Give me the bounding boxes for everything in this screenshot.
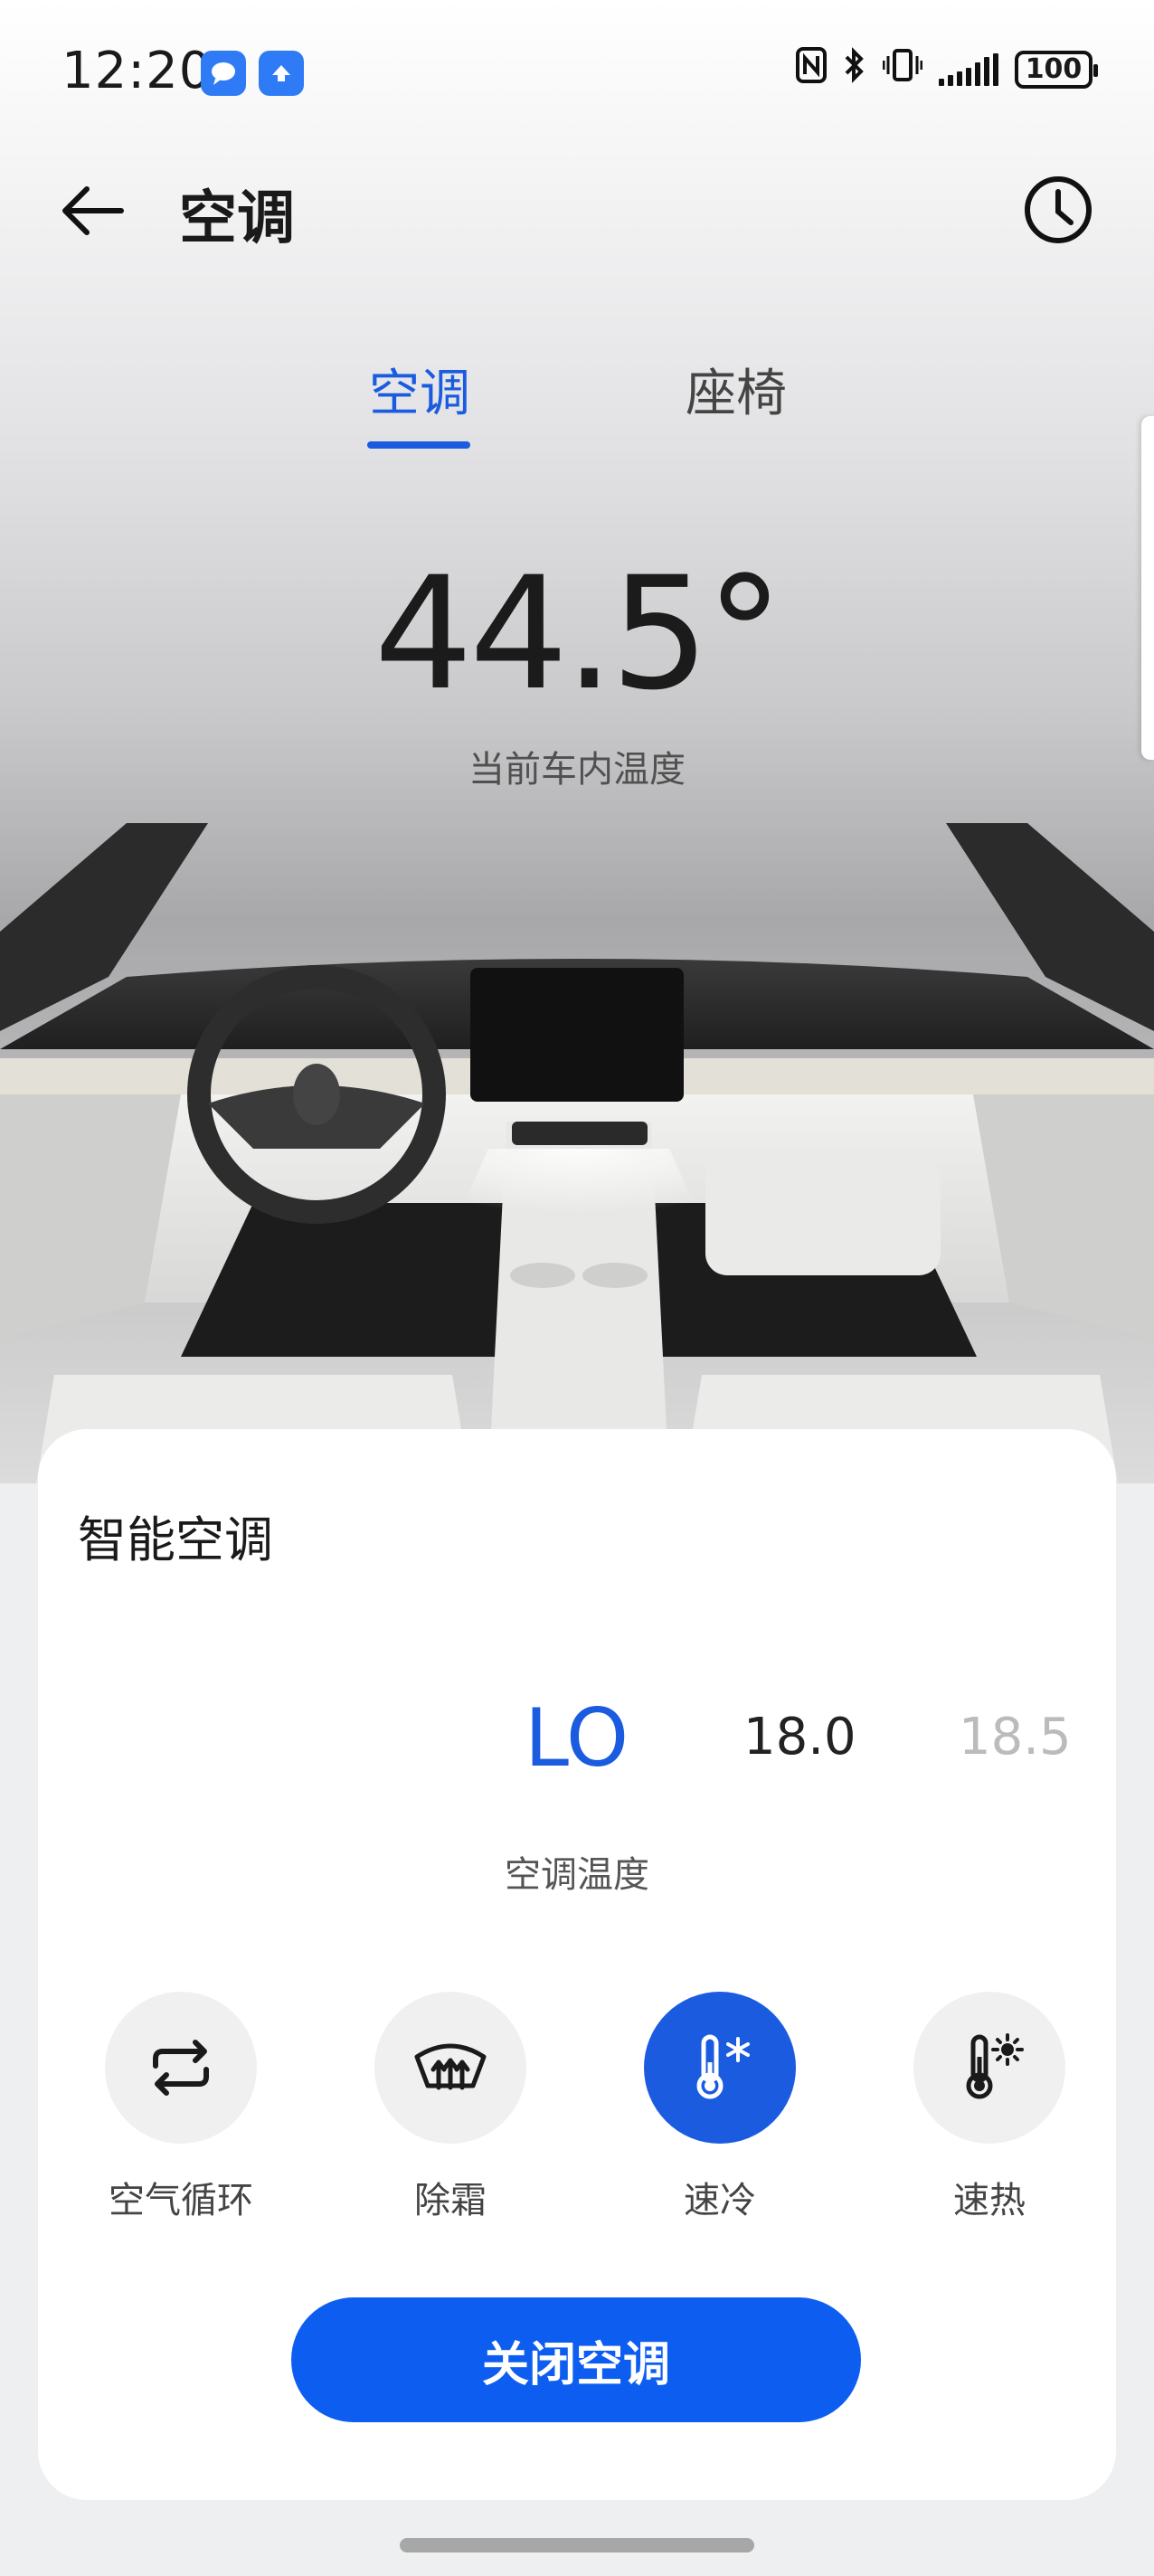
vibrate-icon [882,47,923,91]
quick-cool-button[interactable]: 速冷 [620,1992,819,2223]
back-button[interactable] [54,172,132,250]
nfc-icon [796,47,827,91]
cabin-temperature: 44.5° [374,543,784,724]
battery-level: 100 [1025,53,1083,85]
defrost-icon [414,2043,487,2090]
air-recirculation-label: 空气循环 [109,2180,253,2221]
back-arrow-icon [62,186,124,235]
quick-heat-icon [966,2033,1024,2099]
battery-icon: 100 [1015,50,1098,89]
quick-heat-label: 速热 [953,2180,1026,2221]
page-title: 空调 [179,185,295,252]
smart-ac-card: 智能空调 LO 18.0 18.5 空调温度 空气循环 除霜 速冷 速热 关闭空… [38,1429,1116,2500]
tab-air-conditioning[interactable]: 空调 [369,353,470,426]
schedule-button[interactable] [1022,174,1094,246]
temperature-picker-label: 空调温度 [505,1854,649,1896]
card-title: 智能空调 [78,1511,273,1568]
quick-cool-icon [696,2034,750,2099]
system-status-icons: 100 [796,47,1098,91]
defrost-label: 除霜 [414,2180,487,2221]
air-recirculation-icon [153,2040,209,2096]
quick-cool-label: 速冷 [684,2180,756,2221]
quick-heat-button[interactable]: 速热 [890,1992,1089,2223]
signal-icon [939,52,998,86]
active-tab-indicator [367,441,470,449]
quick-cool-circle[interactable] [644,1992,796,2144]
message-icon [201,51,246,96]
air-recirculation-circle[interactable] [105,1992,257,2144]
cabin-temperature-label: 当前车内温度 [468,749,686,791]
turn-off-ac-button[interactable]: 关闭空调 [291,2297,861,2422]
temperature-option[interactable]: 18.5 [959,1708,1072,1766]
side-panel-handle[interactable] [1141,416,1154,760]
temperature-option-selected[interactable]: LO [525,1691,629,1785]
clock-icon [1025,176,1092,243]
home-indicator[interactable] [400,2538,754,2552]
tab-seats[interactable]: 座椅 [686,353,787,426]
status-time: 12:20 [61,42,213,100]
defrost-circle[interactable] [374,1992,526,2144]
quick-heat-circle[interactable] [913,1992,1065,2144]
bluetooth-icon [843,47,866,91]
upload-icon [259,51,304,96]
temperature-option[interactable]: 18.0 [743,1708,856,1766]
car-interior-image [0,823,1154,1483]
air-recirculation-button[interactable]: 空气循环 [81,1992,280,2223]
defrost-button[interactable]: 除霜 [351,1992,550,2223]
